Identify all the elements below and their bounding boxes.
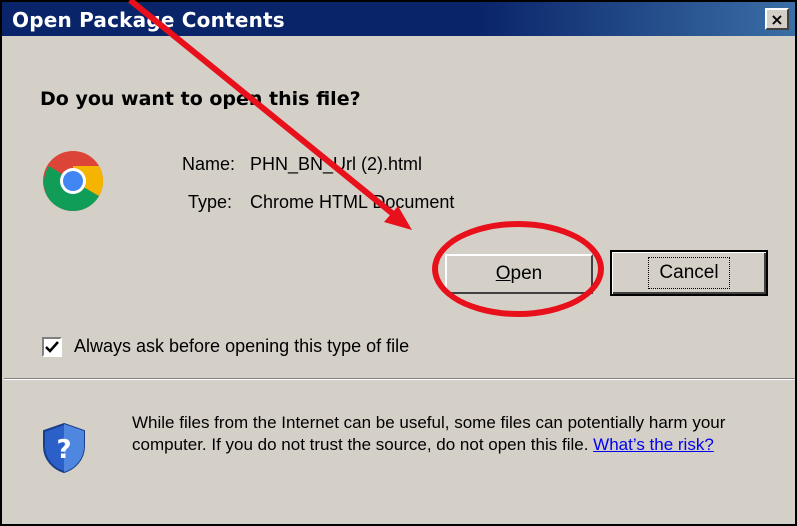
question-heading: Do you want to open this file? (40, 88, 361, 110)
file-name: PHN_BN_Url (2).html (250, 154, 423, 174)
open-button-label: Open (495, 263, 543, 284)
file-type: Chrome HTML Document (250, 192, 455, 212)
chrome-icon (43, 151, 104, 212)
warning-text-block: While files from the Internet can be use… (132, 412, 772, 456)
shield-question-icon: ? (43, 422, 85, 474)
close-icon: × (770, 9, 784, 29)
always-ask-checkbox[interactable] (42, 336, 62, 357)
type-label: Type: (188, 192, 233, 212)
svg-text:?: ? (56, 435, 71, 465)
title-bar[interactable]: Open Package Contents × (2, 2, 795, 36)
always-ask-row[interactable]: Always ask before opening this type of f… (42, 336, 409, 357)
whats-the-risk-link[interactable]: What’s the risk? (593, 435, 714, 454)
always-ask-label: Always ask before opening this type of f… (74, 336, 410, 356)
open-button[interactable]: Open (445, 254, 593, 294)
cancel-button-label: Cancel (648, 257, 730, 289)
name-label: Name: (182, 154, 236, 174)
cancel-button[interactable]: Cancel (610, 250, 768, 296)
close-button[interactable]: × (765, 8, 789, 30)
separator (4, 378, 795, 380)
checkmark-icon (45, 340, 59, 353)
open-package-dialog: Open Package Contents × Do you want to o… (0, 0, 797, 526)
dialog-title: Open Package Contents (12, 8, 285, 32)
